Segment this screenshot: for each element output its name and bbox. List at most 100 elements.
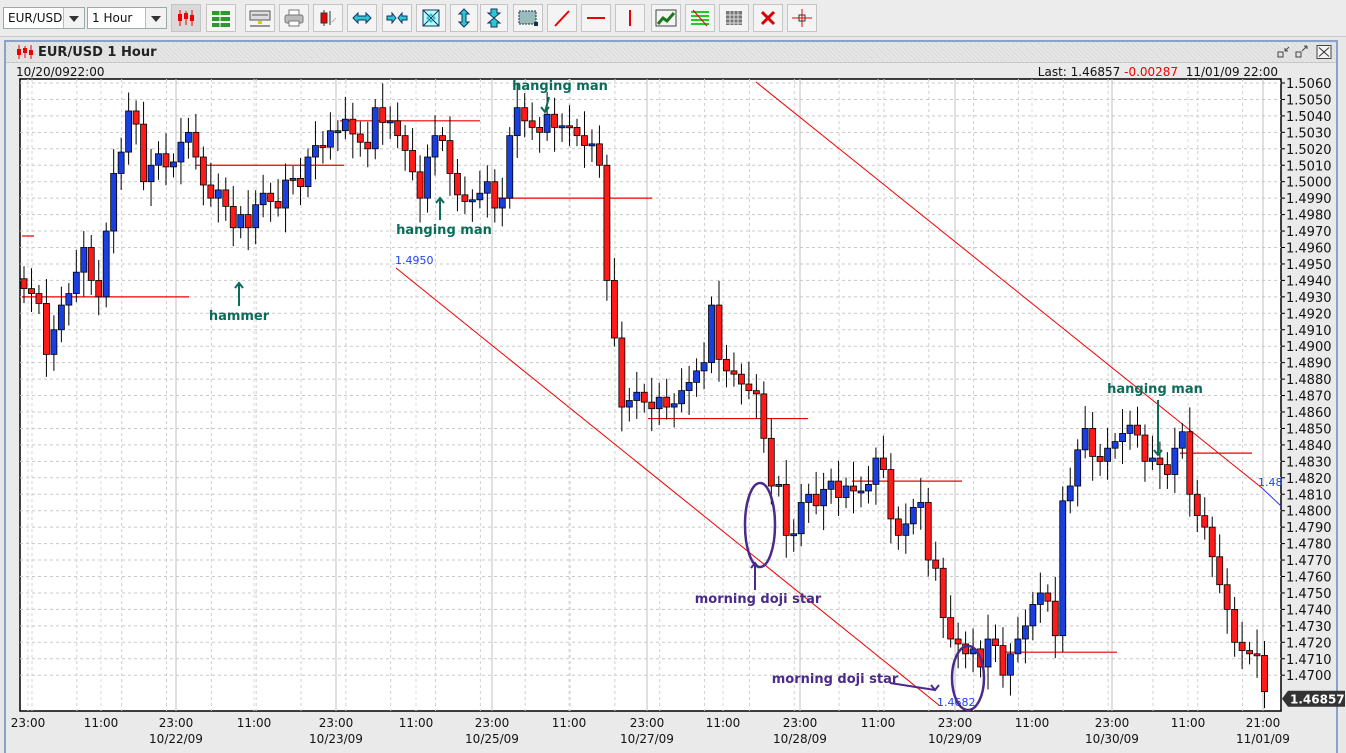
candle-down[interactable] — [1193, 493, 1201, 517]
candle-down[interactable] — [229, 205, 237, 229]
candle-up[interactable] — [820, 488, 828, 507]
candle-up[interactable] — [170, 161, 177, 168]
candle-down[interactable] — [319, 145, 327, 148]
candle-up[interactable] — [625, 400, 633, 408]
candle-up[interactable] — [1021, 625, 1029, 640]
candle-down[interactable] — [1134, 424, 1141, 436]
candle-down[interactable] — [1238, 641, 1246, 651]
candle-up[interactable] — [558, 125, 566, 129]
candle-down[interactable] — [939, 567, 947, 619]
candle-down[interactable] — [1231, 609, 1239, 643]
candle-down[interactable] — [1208, 526, 1216, 558]
candle-up[interactable] — [1149, 457, 1156, 462]
candle-down[interactable] — [43, 303, 50, 355]
candle-down[interactable] — [1141, 434, 1149, 462]
candle-down[interactable] — [887, 469, 895, 520]
candle-up[interactable] — [1126, 424, 1134, 434]
candle-up[interactable] — [872, 457, 880, 485]
candle-down[interactable] — [401, 135, 409, 151]
candle-up[interactable] — [431, 135, 439, 158]
candle-down[interactable] — [454, 173, 461, 196]
candle-up[interactable] — [805, 493, 813, 503]
candle-up[interactable] — [588, 143, 596, 147]
candlestick-chart[interactable]: 1.50601.5050 1.50401.5030 1.50201.5010 1.50… — [0, 0, 1346, 753]
candle-down[interactable] — [28, 288, 35, 294]
candle-up[interactable] — [693, 370, 700, 383]
candle-up[interactable] — [110, 173, 118, 232]
candle-down[interactable] — [192, 131, 200, 158]
candle-down[interactable] — [1216, 556, 1224, 586]
candle-up[interactable] — [282, 179, 289, 209]
candle-down[interactable] — [222, 189, 230, 207]
candle-up[interactable] — [790, 533, 798, 537]
candle-up[interactable] — [1014, 638, 1022, 655]
candle-up[interactable] — [633, 391, 641, 401]
candle-down[interactable] — [162, 153, 170, 168]
candle-down[interactable] — [491, 181, 499, 209]
candle-up[interactable] — [1059, 500, 1067, 637]
candle-down[interactable] — [244, 214, 252, 229]
candle-up[interactable] — [334, 130, 342, 134]
candle-up[interactable] — [117, 151, 125, 174]
candle-up[interactable] — [476, 192, 484, 201]
candle-down[interactable] — [199, 156, 207, 186]
candle-down[interactable] — [1253, 653, 1261, 657]
candle-up[interactable] — [1178, 431, 1186, 449]
candle-up[interactable] — [214, 189, 222, 199]
candle-up[interactable] — [678, 390, 686, 405]
candle-down[interactable] — [745, 383, 753, 392]
candle-down[interactable] — [1089, 428, 1097, 457]
candle-up[interactable] — [125, 110, 133, 153]
candle-down[interactable] — [730, 370, 738, 375]
candle-down[interactable] — [521, 107, 529, 122]
candle-down[interactable] — [850, 485, 857, 492]
candle-down[interactable] — [752, 390, 760, 395]
candle-down[interactable] — [446, 140, 454, 174]
candle-up[interactable] — [326, 130, 334, 148]
candle-down[interactable] — [566, 125, 573, 129]
candle-up[interactable] — [506, 135, 514, 199]
candle-up[interactable] — [1036, 592, 1044, 605]
candle-down[interactable] — [760, 393, 768, 439]
candle-down[interactable] — [581, 135, 588, 146]
candle-up[interactable] — [237, 214, 245, 229]
candle-up[interactable] — [685, 381, 693, 392]
candle-down[interactable] — [528, 120, 536, 128]
candle-down[interactable] — [95, 279, 103, 298]
candle-down[interactable] — [536, 127, 544, 133]
candle-down[interactable] — [379, 107, 387, 123]
candle-up[interactable] — [543, 113, 551, 133]
candle-up[interactable] — [909, 507, 917, 525]
candle-up[interactable] — [259, 192, 267, 206]
candle-down[interactable] — [1156, 457, 1164, 466]
candle-up[interactable] — [1111, 441, 1119, 449]
candle-down[interactable] — [782, 483, 790, 536]
candle-down[interactable] — [640, 391, 648, 403]
candle-up[interactable] — [147, 164, 155, 183]
candle-down[interactable] — [35, 293, 43, 304]
candle-up[interactable] — [1119, 432, 1126, 443]
candle-up[interactable] — [50, 329, 58, 355]
candle-down[interactable] — [551, 113, 558, 128]
candle-up[interactable] — [1081, 428, 1089, 451]
candle-down[interactable] — [954, 638, 962, 645]
candle-down[interactable] — [1186, 431, 1194, 495]
candle-up[interactable] — [72, 271, 80, 294]
candle-up[interactable] — [424, 156, 431, 199]
candle-down[interactable] — [812, 493, 820, 507]
candle-down[interactable] — [87, 247, 95, 281]
candle-down[interactable] — [767, 437, 775, 487]
candle-down[interactable] — [723, 358, 730, 372]
candle-up[interactable] — [102, 230, 110, 298]
candle-down[interactable] — [349, 118, 357, 135]
candle-down[interactable] — [738, 373, 745, 385]
candle-up[interactable] — [857, 490, 865, 494]
candle-up[interactable] — [185, 131, 192, 143]
candle-down[interactable] — [394, 120, 402, 137]
candle-down[interactable] — [274, 201, 282, 209]
candle-up[interactable] — [708, 304, 715, 364]
candle-down[interactable] — [297, 178, 304, 188]
candle-up[interactable] — [902, 523, 910, 536]
candle-up[interactable] — [155, 153, 162, 166]
candle-up[interactable] — [700, 362, 708, 372]
